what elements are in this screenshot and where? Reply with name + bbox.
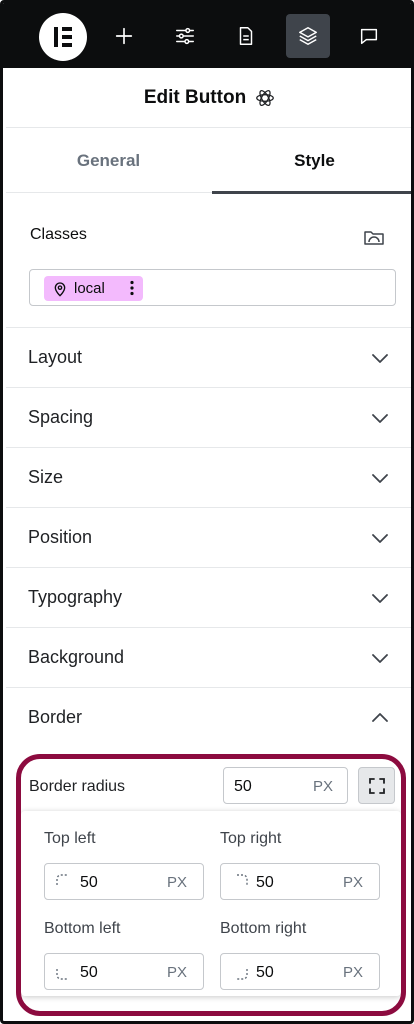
layers-icon[interactable] — [286, 14, 330, 58]
border-radius-input[interactable]: 50 PX — [223, 767, 348, 804]
section-typography[interactable]: Typography — [6, 568, 411, 628]
section-label: Border — [28, 707, 83, 727]
unit-label[interactable]: PX — [343, 964, 363, 981]
corner-top-left-icon — [56, 874, 67, 885]
comments-icon[interactable] — [347, 14, 391, 58]
chevron-down-icon — [372, 474, 388, 483]
section-layout[interactable]: Layout — [6, 328, 411, 388]
corner-bottom-right-icon — [237, 969, 248, 980]
page-icon[interactable] — [224, 14, 268, 58]
bottom-left-input[interactable]: 50 PX — [44, 953, 204, 990]
classes-label: Classes — [30, 226, 87, 243]
classes-section: Classes local — [6, 194, 411, 328]
more-vertical-icon[interactable] — [130, 280, 134, 296]
section-label: Position — [28, 527, 93, 547]
bottom-right-input[interactable]: 50 PX — [220, 953, 380, 990]
class-chip-label: local — [74, 280, 105, 297]
chevron-down-icon — [372, 534, 388, 543]
unit-selector[interactable]: PX — [313, 778, 333, 795]
bottom-left-label: Bottom left — [44, 920, 121, 937]
section-spacing[interactable]: Spacing — [6, 388, 411, 448]
section-position[interactable]: Position — [6, 508, 411, 568]
classes-selector[interactable]: local — [29, 269, 396, 306]
atom-icon — [256, 89, 275, 106]
corner-radius-popover: Top left Top right 50 PX 50 PX Bottom le… — [21, 811, 401, 996]
bottom-right-label: Bottom right — [220, 920, 307, 937]
section-background[interactable]: Background — [6, 628, 411, 688]
expand-corners-icon — [368, 777, 385, 794]
chevron-down-icon — [372, 354, 388, 363]
panel-header: Edit Button — [6, 68, 411, 128]
section-label: Size — [28, 467, 64, 487]
chevron-down-icon — [372, 594, 388, 603]
top-toolbar — [3, 3, 411, 68]
bottom-left-value: 50 — [80, 964, 98, 981]
section-border[interactable]: Border — [6, 688, 411, 748]
top-left-value: 50 — [80, 874, 98, 891]
link-corners-button[interactable] — [358, 767, 395, 804]
top-left-input[interactable]: 50 PX — [44, 863, 204, 900]
top-right-input[interactable]: 50 PX — [220, 863, 380, 900]
top-right-value: 50 — [256, 874, 274, 891]
folder-icon[interactable] — [362, 225, 386, 249]
unit-label[interactable]: PX — [167, 874, 187, 891]
section-label: Spacing — [28, 407, 94, 427]
location-pin-icon — [54, 281, 66, 297]
elementor-logo-icon[interactable] — [39, 13, 87, 61]
top-right-label: Top right — [220, 830, 282, 847]
unit-label[interactable]: PX — [343, 874, 363, 891]
section-label: Layout — [28, 347, 83, 367]
border-section-content: Border radius 50 PX Top left Top right 5… — [6, 748, 411, 1021]
section-size[interactable]: Size — [6, 448, 411, 508]
tab-style[interactable]: Style — [212, 129, 411, 194]
settings-sliders-icon[interactable] — [163, 14, 207, 58]
unit-label[interactable]: PX — [167, 964, 187, 981]
chevron-down-icon — [372, 414, 388, 423]
chevron-up-icon — [372, 713, 388, 722]
section-label: Typography — [28, 587, 123, 607]
add-icon[interactable] — [102, 14, 146, 58]
bottom-right-value: 50 — [256, 964, 274, 981]
chevron-down-icon — [372, 654, 388, 663]
border-radius-label: Border radius — [29, 778, 126, 795]
panel-tabs: General Style — [6, 129, 411, 194]
border-radius-value: 50 — [234, 778, 252, 795]
top-left-label: Top left — [44, 830, 96, 847]
class-chip-local[interactable]: local — [44, 276, 143, 301]
corner-top-right-icon — [237, 874, 248, 885]
tab-general[interactable]: General — [6, 129, 211, 193]
page-title: Edit Button — [143, 86, 247, 108]
section-label: Background — [28, 647, 125, 667]
editor-panel: Edit Button General Style Classes local — [0, 0, 414, 1024]
corner-bottom-left-icon — [56, 969, 67, 980]
